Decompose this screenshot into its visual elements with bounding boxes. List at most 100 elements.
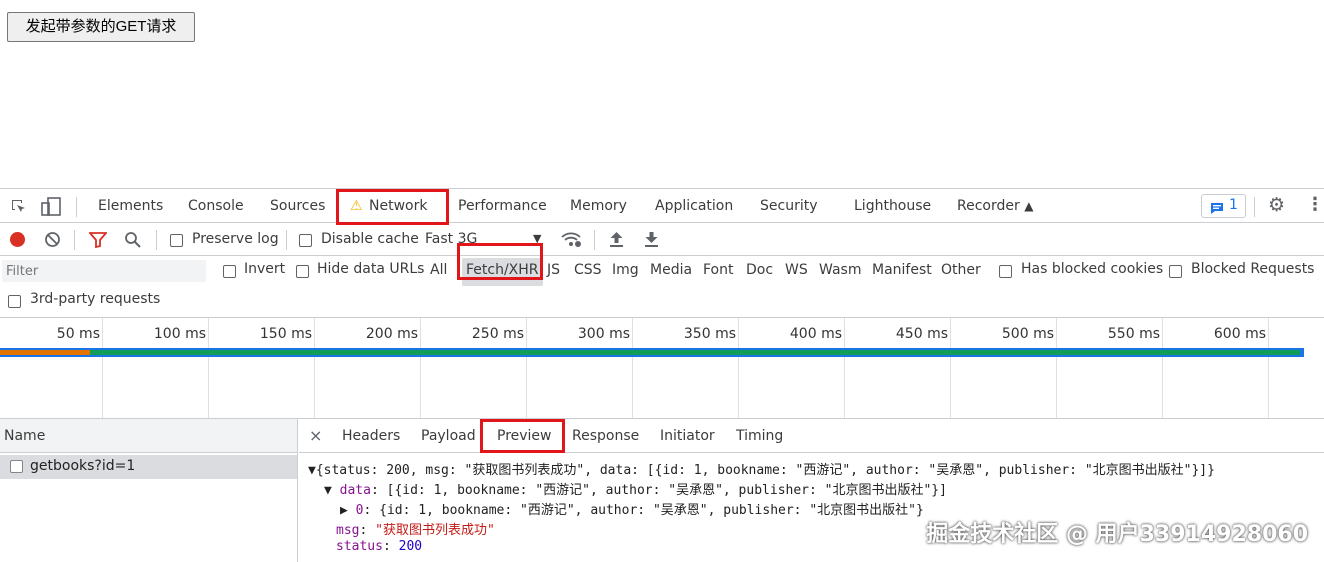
collapse-triangle-icon: ▶ xyxy=(340,503,348,518)
disable-cache-checkbox[interactable] xyxy=(299,234,312,247)
preview-tab-highlight xyxy=(480,419,565,453)
filter-type-other[interactable]: Other xyxy=(941,262,981,278)
preserve-log-checkbox[interactable] xyxy=(170,234,183,247)
filter-type-ws[interactable]: WS xyxy=(785,262,808,278)
request-list-pane: Name getbooks?id=1 xyxy=(0,419,298,562)
record-icon[interactable] xyxy=(10,232,25,247)
expand-triangle-icon: ▼ xyxy=(324,483,332,498)
tab-recorder-label: Recorder xyxy=(957,198,1020,214)
filter-type-media[interactable]: Media xyxy=(650,262,692,278)
tick-label: 400 ms xyxy=(789,326,842,342)
more-options-icon[interactable]: ⋮ xyxy=(1306,196,1324,214)
tick-label: 200 ms xyxy=(365,326,418,342)
invert-label: Invert xyxy=(244,261,286,277)
tab-initiator[interactable]: Initiator xyxy=(660,428,715,444)
tab-application[interactable]: Application xyxy=(655,198,733,214)
filter-input[interactable] xyxy=(2,260,206,282)
search-icon[interactable] xyxy=(124,231,142,253)
invert-checkbox[interactable] xyxy=(223,265,236,278)
tick-label: 150 ms xyxy=(259,326,312,342)
item-summary: {id: 1, bookname: "西游记", author: "吴承恩", … xyxy=(379,503,924,518)
status-value: 200 xyxy=(398,539,423,554)
filter-type-wasm[interactable]: Wasm xyxy=(819,262,861,278)
issues-count: 1 xyxy=(1229,197,1238,213)
third-party-label: 3rd-party requests xyxy=(30,291,161,307)
tick-label: 250 ms xyxy=(471,326,524,342)
filter-type-font[interactable]: Font xyxy=(703,262,733,278)
has-blocked-cookies-checkbox[interactable] xyxy=(999,265,1012,278)
item-key: 0 xyxy=(355,503,364,518)
document-icon xyxy=(10,460,23,473)
tab-response[interactable]: Response xyxy=(572,428,639,444)
network-filter-bar: Invert Hide data URLs All Fetch/XHR JS C… xyxy=(0,243,1324,318)
import-har-icon[interactable] xyxy=(609,231,624,252)
network-tab-highlight xyxy=(336,189,449,225)
filter-type-all[interactable]: All xyxy=(430,262,447,278)
device-toolbar-icon[interactable] xyxy=(40,197,62,220)
filter-type-js[interactable]: JS xyxy=(547,262,560,278)
hide-data-urls-checkbox[interactable] xyxy=(296,265,309,278)
export-har-icon[interactable] xyxy=(644,231,659,252)
blocked-requests-checkbox[interactable] xyxy=(1169,265,1182,278)
tab-elements[interactable]: Elements xyxy=(98,198,163,214)
name-column-header[interactable]: Name xyxy=(4,428,45,444)
tab-recorder[interactable]: Recorder ▲ xyxy=(957,198,1033,214)
preview-status-line: status: 200 xyxy=(336,539,423,554)
inspect-element-icon[interactable] xyxy=(10,198,28,219)
get-request-button[interactable]: 发起带参数的GET请求 xyxy=(7,12,195,42)
tab-security[interactable]: Security xyxy=(760,198,818,214)
tick-label: 100 ms xyxy=(153,326,206,342)
tab-sources[interactable]: Sources xyxy=(270,198,325,214)
tick-label: 600 ms xyxy=(1213,326,1266,342)
has-blocked-cookies-label: Has blocked cookies xyxy=(1021,261,1164,277)
filter-type-manifest[interactable]: Manifest xyxy=(872,262,932,278)
tab-headers[interactable]: Headers xyxy=(342,428,400,444)
network-toolbar: Preserve log Disable cache Fast 3G ▼ xyxy=(0,223,1324,256)
request-name: getbooks?id=1 xyxy=(30,458,136,474)
filter-type-img[interactable]: Img xyxy=(612,262,639,278)
tab-lighthouse[interactable]: Lighthouse xyxy=(854,198,931,214)
disable-cache-label: Disable cache xyxy=(321,231,419,247)
msg-key: msg xyxy=(336,523,360,538)
flask-icon: ▲ xyxy=(1024,199,1034,213)
devtools-tab-bar: Elements Console Sources ⚠ Network Perfo… xyxy=(0,188,1324,225)
clear-icon[interactable] xyxy=(44,231,61,252)
preview-root-line[interactable]: ▼{status: 200, msg: "获取图书列表成功", data: [{… xyxy=(308,459,1215,478)
msg-value: "获取图书列表成功" xyxy=(375,523,495,538)
tab-console[interactable]: Console xyxy=(188,198,244,214)
tick-label: 500 ms xyxy=(1001,326,1054,342)
tab-timing[interactable]: Timing xyxy=(736,428,783,444)
tab-performance[interactable]: Performance xyxy=(458,198,547,214)
waterfall-bar-waiting xyxy=(0,350,90,355)
timeline-overview: 50 ms 100 ms 150 ms 200 ms 250 ms 300 ms… xyxy=(0,318,1324,419)
network-conditions-icon[interactable] xyxy=(561,231,583,253)
issues-icon xyxy=(1210,200,1224,219)
filter-icon[interactable] xyxy=(88,232,108,252)
preview-data-line[interactable]: ▼ data: [{id: 1, bookname: "西游记", author… xyxy=(324,479,947,498)
issues-button[interactable]: 1 xyxy=(1201,194,1246,218)
fetch-xhr-highlight xyxy=(457,243,543,280)
settings-gear-icon[interactable]: ⚙ xyxy=(1268,196,1285,215)
filter-type-css[interactable]: CSS xyxy=(574,262,602,278)
tick-label: 450 ms xyxy=(895,326,948,342)
preserve-log-label: Preserve log xyxy=(192,231,279,247)
status-key: status xyxy=(336,539,383,554)
hide-data-urls-label: Hide data URLs xyxy=(317,261,425,277)
tick-label: 550 ms xyxy=(1107,326,1160,342)
close-icon[interactable]: × xyxy=(309,426,322,445)
third-party-checkbox[interactable] xyxy=(8,295,21,308)
tick-label: 350 ms xyxy=(683,326,736,342)
request-list-header: Name xyxy=(0,419,297,453)
tab-memory[interactable]: Memory xyxy=(570,198,627,214)
preview-msg-line: msg: "获取图书列表成功" xyxy=(336,523,495,538)
tick-label: 50 ms xyxy=(56,326,100,342)
tab-payload[interactable]: Payload xyxy=(421,428,476,444)
watermark: 掘金技术社区 @ 用户33914928060 xyxy=(926,522,1308,547)
devtools-panel: Elements Console Sources ⚠ Network Perfo… xyxy=(0,188,1324,562)
filter-type-doc[interactable]: Doc xyxy=(746,262,773,278)
data-summary: [{id: 1, bookname: "西游记", author: "吴承恩",… xyxy=(386,483,947,498)
request-row[interactable]: getbooks?id=1 xyxy=(0,455,297,479)
preview-item-line[interactable]: ▶ 0: {id: 1, bookname: "西游记", author: "吴… xyxy=(340,499,924,518)
data-key: data xyxy=(339,483,371,498)
expand-triangle-icon: ▼ xyxy=(308,463,316,478)
